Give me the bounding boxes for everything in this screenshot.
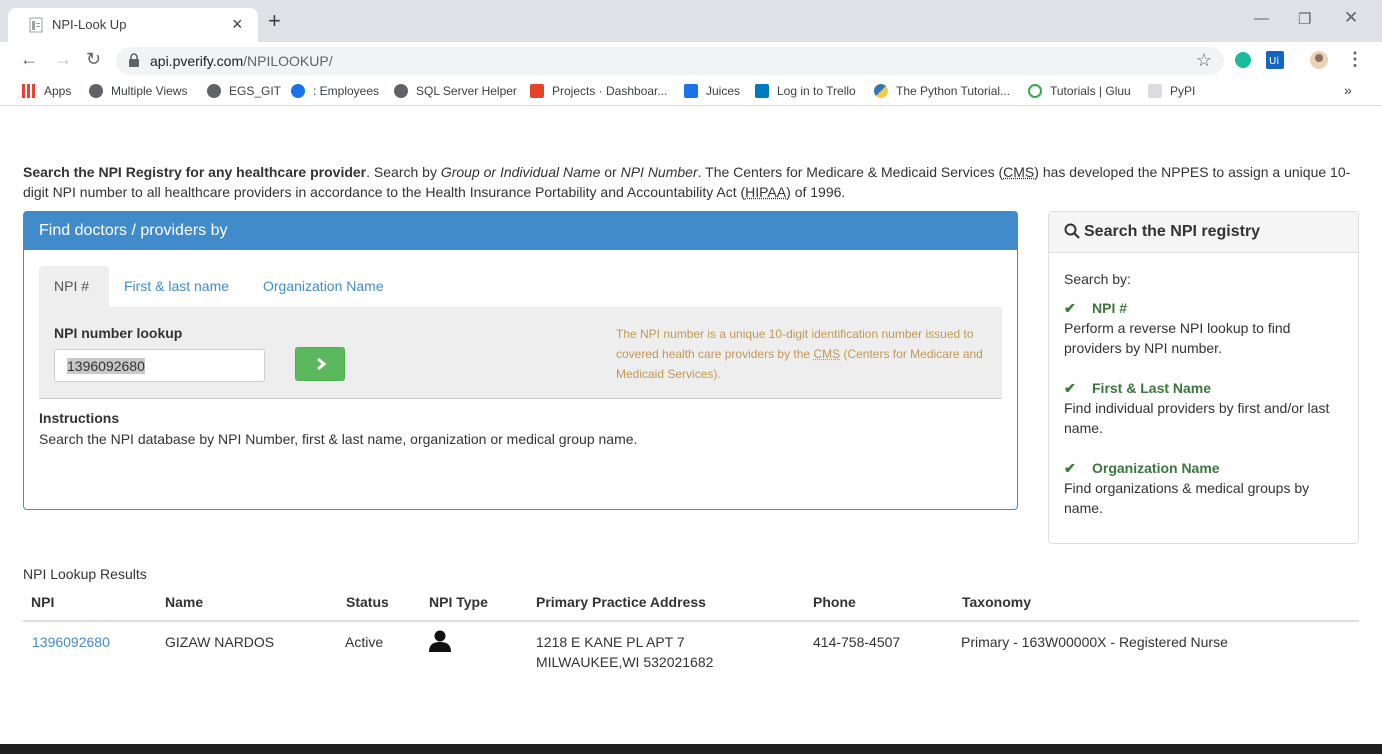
address-bar[interactable]: api.pverify.com/NPILOOKUP/ ☆ xyxy=(116,47,1224,75)
reload-icon[interactable]: ↻ xyxy=(86,49,101,70)
tab-close-icon[interactable]: × xyxy=(232,14,243,35)
option-first-last-desc: Find individual providers by first and/o… xyxy=(1064,400,1330,436)
extension-icon[interactable] xyxy=(1234,51,1252,69)
npi-input[interactable]: 1396092680 xyxy=(54,349,265,382)
menu-icon[interactable]: ⋮ xyxy=(1346,49,1364,70)
taskbar xyxy=(0,744,1382,754)
restore-icon[interactable]: ❐ xyxy=(1298,10,1311,28)
browser-tab[interactable]: NPI-Look Up × xyxy=(8,8,258,42)
bookmark-employees[interactable]: : Employees xyxy=(291,84,379,98)
option-organization-name: ✔ Organization Name xyxy=(1064,460,1220,476)
results-title: NPI Lookup Results xyxy=(23,566,147,582)
page-icon xyxy=(29,17,43,33)
search-registry-panel: Search the NPI registry Search by: ✔ NPI … xyxy=(1048,211,1359,544)
option-npi-desc: Perform a reverse NPI lookup to find pro… xyxy=(1064,320,1291,356)
column-npi: NPI xyxy=(31,594,55,610)
column-phone: Phone xyxy=(813,594,856,610)
globe-icon xyxy=(207,84,221,98)
browser-tabstrip: NPI-Look Up × + — ❐ ✕ xyxy=(0,0,1382,42)
npi-lookup-label: NPI number lookup xyxy=(54,325,183,341)
table-header-divider xyxy=(23,620,1359,622)
bookmark-sql-server-helper[interactable]: SQL Server Helper xyxy=(394,84,517,98)
bookmark-star-icon[interactable]: ☆ xyxy=(1196,50,1212,71)
person-icon xyxy=(429,630,451,652)
window-close-icon[interactable]: ✕ xyxy=(1344,8,1358,28)
npi-type-cell xyxy=(428,630,452,657)
lock-icon xyxy=(129,53,139,67)
apps-grid-icon xyxy=(22,84,36,98)
python-icon xyxy=(874,84,888,98)
column-address: Primary Practice Address xyxy=(536,594,706,610)
check-icon: ✔ xyxy=(1064,300,1076,316)
search-button[interactable] xyxy=(295,347,345,381)
bookmark-gluu-tutorials[interactable]: Tutorials | Gluu xyxy=(1028,84,1131,98)
bookmarks-bar: Apps Multiple Views EGS_GIT : Employees … xyxy=(0,78,1382,106)
name-cell: GIZAW NARDOS xyxy=(165,634,275,650)
tab-title: NPI-Look Up xyxy=(52,17,127,32)
tab-organization-name[interactable]: Organization Name xyxy=(248,266,399,308)
panel-heading: Find doctors / providers by xyxy=(24,212,1017,250)
bookmark-gitlab-projects[interactable]: Projects · Dashboar... xyxy=(530,84,667,98)
trello-icon xyxy=(755,84,769,98)
forward-icon[interactable]: → xyxy=(54,49,72,70)
npi-input-value: 1396092680 xyxy=(67,358,145,374)
gluu-icon xyxy=(1028,84,1042,98)
gitlab-icon xyxy=(530,84,544,98)
npi-link-cell: 1396092680 xyxy=(32,632,110,652)
cms-abbr: CMS xyxy=(1003,164,1035,180)
search-tabs: NPI # First & last name Organization Nam… xyxy=(39,266,1002,308)
globe-icon xyxy=(394,84,408,98)
option-npi: ✔ NPI # xyxy=(1064,300,1128,316)
new-tab-button[interactable]: + xyxy=(268,10,281,32)
bookmark-pypi[interactable]: PyPI xyxy=(1148,84,1195,98)
hipaa-abbr: HIPAA xyxy=(745,184,787,200)
taxonomy-cell: Primary - 163W00000X - Registered Nurse xyxy=(961,634,1228,650)
check-icon: ✔ xyxy=(1064,380,1076,396)
sidebar-heading: Search the NPI registry xyxy=(1049,212,1358,253)
site-icon xyxy=(291,84,305,98)
avatar[interactable] xyxy=(1310,51,1328,69)
column-status: Status xyxy=(346,594,389,610)
search-icon xyxy=(1064,223,1080,239)
status-cell: Active xyxy=(345,634,384,650)
column-npi-type: NPI Type xyxy=(429,594,488,610)
option-organization-desc: Find organizations & medical groups by n… xyxy=(1064,480,1310,516)
globe-icon xyxy=(89,84,103,98)
bookmark-trello[interactable]: Log in to Trello xyxy=(755,84,856,98)
url-text: api.pverify.com/NPILOOKUP/ xyxy=(150,53,333,69)
svg-text:Ui: Ui xyxy=(1269,56,1279,67)
uipath-extension-icon[interactable]: Ui xyxy=(1266,51,1284,69)
check-icon: ✔ xyxy=(1064,460,1076,476)
bookmark-apps[interactable]: Apps xyxy=(22,84,71,98)
browser-toolbar: ← → ↻ api.pverify.com/NPILOOKUP/ ☆ Ui ⋮ xyxy=(0,42,1382,78)
bookmark-egs-git[interactable]: EGS_GIT xyxy=(207,84,281,98)
bookmark-multiple-views[interactable]: Multiple Views xyxy=(89,84,187,98)
chevron-right-icon xyxy=(317,358,327,370)
bookmarks-overflow-icon[interactable]: » xyxy=(1344,82,1352,98)
back-icon[interactable]: ← xyxy=(20,49,38,70)
npi-link[interactable]: 1396092680 xyxy=(32,634,110,650)
address-cell: 1218 E KANE PL APT 7 MILWAUKEE,WI 5320216… xyxy=(536,634,714,670)
phone-cell: 414-758-4507 xyxy=(813,634,901,650)
intro-paragraph: Search the NPI Registry for any healthca… xyxy=(23,164,1351,200)
pypi-icon xyxy=(1148,84,1162,98)
tab-npi[interactable]: NPI # xyxy=(39,266,109,308)
find-providers-panel: Find doctors / providers by NPI # First … xyxy=(23,211,1018,510)
tab-first-last-name[interactable]: First & last name xyxy=(109,266,244,308)
column-name: Name xyxy=(165,594,204,610)
search-by-label: Search by: xyxy=(1064,271,1131,287)
minimize-icon[interactable]: — xyxy=(1254,10,1269,27)
option-first-last-name: ✔ First & Last Name xyxy=(1064,380,1212,396)
bookmark-juices[interactable]: Juices xyxy=(684,84,740,98)
npi-help-text: The NPI number is a unique 10-digit iden… xyxy=(616,327,983,381)
bookmark-python-tutorial[interactable]: The Python Tutorial... xyxy=(874,84,1010,98)
column-taxonomy: Taxonomy xyxy=(962,594,1031,610)
download-icon xyxy=(684,84,698,98)
instructions-text: Search the NPI database by NPI Number, f… xyxy=(39,431,638,447)
instructions-title: Instructions xyxy=(39,410,120,426)
npi-lookup-form: NPI number lookup 1396092680 The NPI num… xyxy=(39,307,1002,399)
